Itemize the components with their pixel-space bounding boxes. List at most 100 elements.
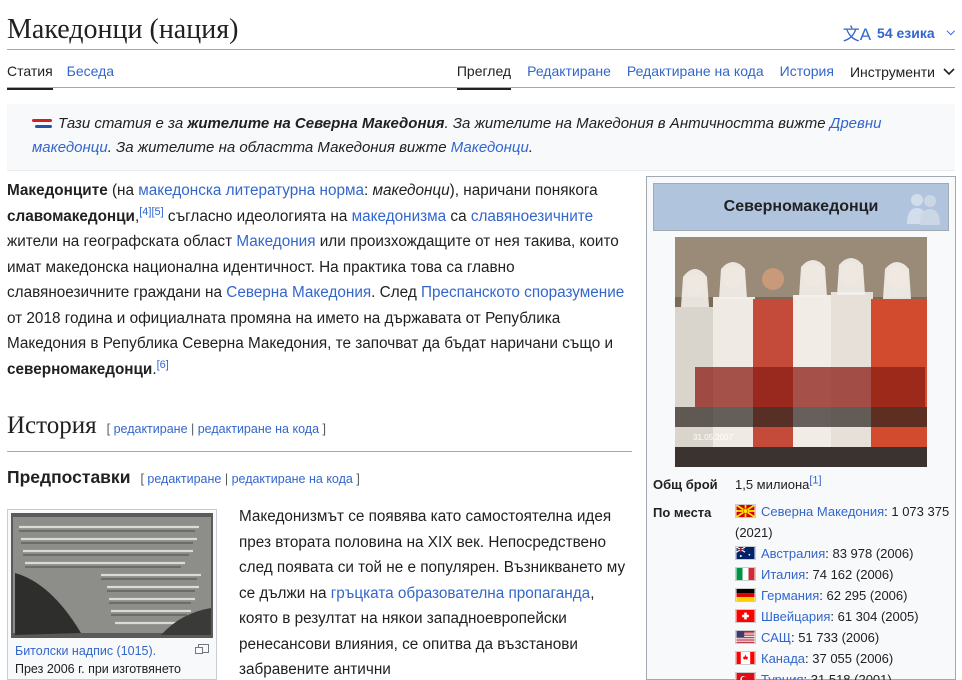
text: съгласно идеологията на: [163, 207, 352, 225]
total-value: 1,5 милиона[1]: [735, 474, 951, 495]
population-value: : 83 978 (2006): [825, 546, 914, 561]
reference-link[interactable]: [5]: [151, 205, 163, 217]
place-row: Канада: 37 055 (2006): [735, 648, 951, 669]
tab-edit-source[interactable]: Редактиране на кода: [627, 63, 764, 90]
tab-read[interactable]: Преглед: [456, 63, 512, 90]
link-country[interactable]: Австралия: [761, 546, 825, 561]
hatnote-text: .: [528, 139, 533, 156]
tab-history[interactable]: История: [780, 63, 834, 90]
thumbnail-figure: Битолски надпис (1015). През 2006 г. при…: [7, 509, 217, 680]
enlarge-icon[interactable]: [195, 644, 209, 654]
edit-section-link[interactable]: редактиране: [114, 422, 188, 436]
population-value: : 61 304 (2005): [830, 609, 919, 624]
intro-paragraph: Македонците (на македонска литературна н…: [7, 178, 632, 382]
tab-edit[interactable]: Редактиране: [527, 63, 611, 90]
link-country[interactable]: Швейцария: [761, 609, 830, 624]
tab-talk[interactable]: Беседа: [67, 63, 114, 90]
place-row: САЩ: 51 733 (2006): [735, 627, 951, 648]
subsection-heading: Предпоставки: [7, 467, 131, 487]
edit-source-link[interactable]: редактиране на кода: [198, 422, 319, 436]
bold-term: северномакедонци: [7, 360, 153, 378]
places-label: По места: [653, 505, 712, 520]
link-macedonism[interactable]: македонизма: [352, 208, 447, 225]
edit-source-link[interactable]: редактиране на кода: [232, 472, 353, 486]
text: са: [446, 207, 471, 225]
total-number: 1,5 милиона: [735, 477, 810, 492]
reference-link[interactable]: [6]: [157, 358, 169, 370]
chevron-down-icon: ⌵: [946, 26, 955, 38]
section-heading: История: [7, 412, 97, 439]
link-country[interactable]: Италия: [761, 567, 805, 582]
reference-link[interactable]: [1]: [809, 475, 821, 487]
caption-text: През 2006 г. при изготвянето: [15, 662, 181, 676]
disambiguation-icon: [32, 119, 54, 129]
title-bar: Македонци (нация) 文A 54 езика ⌵: [7, 12, 955, 50]
section-prerequisites: Предпоставки [ редактиране | редактиране …: [7, 467, 360, 488]
hatnote-text: . За жителите на областта Македония вижт…: [107, 139, 451, 156]
population-value: : 51 733 (2006): [790, 630, 880, 645]
link-prespa-agreement[interactable]: Преспанското споразумение: [421, 284, 624, 301]
tab-article[interactable]: Статия: [7, 63, 53, 90]
population-value: : 74 162 (2006): [805, 567, 894, 582]
link-macedonians[interactable]: Македонци: [451, 139, 529, 156]
flag-de-icon: [735, 588, 756, 602]
section-history: История [ редактиране | редактиране на ко…: [7, 412, 632, 452]
bold-term: славомакедонци: [7, 207, 135, 225]
section-edit-links: [ редактиране | редактиране на кода ]: [107, 422, 326, 436]
body-paragraph: Македонизмът се появява като самостоятел…: [239, 504, 632, 680]
place-row: Швейцария: 61 304 (2005): [735, 606, 951, 627]
link-slavic-speaking[interactable]: славяноезичните: [471, 208, 593, 225]
link-greek-propaganda[interactable]: гръцката образователна пропаганда: [331, 585, 590, 602]
link-country[interactable]: Северна Македония: [761, 504, 884, 519]
population-value: : 37 055 (2006): [805, 651, 894, 666]
text: от 2018 година и официалната промяна на …: [7, 309, 614, 353]
link-country[interactable]: Германия: [761, 588, 819, 603]
link-macedonia[interactable]: Македония: [236, 233, 315, 250]
link-north-macedonia[interactable]: Северна Македония: [226, 284, 371, 301]
place-row: Северна Македония: 1 073 375 (2021): [735, 501, 951, 543]
link-country[interactable]: Турция: [761, 672, 804, 680]
flag-tr-icon: [735, 672, 756, 680]
text: (на: [107, 182, 139, 199]
place-row: Австралия: 83 978 (2006): [735, 543, 951, 564]
flag-us-icon: [735, 630, 756, 644]
population-value: : 31 518 (2001): [803, 672, 892, 680]
bracket: [: [106, 422, 114, 436]
bracket: ]: [352, 472, 360, 486]
infobox-header: Северномакедонци: [653, 183, 949, 231]
tools-menu[interactable]: Инструменти: [850, 63, 955, 90]
translate-icon: 文A: [842, 25, 872, 44]
caption-link[interactable]: Битолски надпис (1015).: [15, 644, 156, 658]
reference-link[interactable]: [4]: [139, 205, 151, 217]
link-country[interactable]: САЩ: [761, 630, 791, 645]
place-row: Турция: 31 518 (2001): [735, 669, 951, 680]
flag-it-icon: [735, 567, 756, 581]
separator: |: [187, 422, 198, 436]
folk-costume-photo[interactable]: 31.05.2007: [675, 237, 927, 467]
text: . След: [371, 284, 421, 301]
link-country[interactable]: Канада: [761, 651, 805, 666]
edit-section-link[interactable]: редактиране: [147, 472, 221, 486]
bracket: ]: [319, 422, 326, 436]
hatnote-text: . За жителите на Македония в Античността…: [444, 115, 830, 132]
flag-ch-icon: [735, 609, 756, 623]
language-count: 54 езика: [877, 24, 935, 41]
flag-au-icon: [735, 546, 756, 560]
hatnote: Тази статия е за жителите на Северна Мак…: [7, 104, 955, 171]
infobox-title: Северномакедонци: [723, 198, 879, 215]
section-edit-links: [ редактиране | редактиране на кода ]: [140, 472, 359, 486]
people-icon: [907, 194, 940, 225]
bold-term: Македонците: [7, 182, 108, 199]
text: ), наричани понякога: [449, 182, 598, 199]
separator: |: [221, 472, 232, 486]
language-button[interactable]: 文A 54 езика ⌵: [843, 20, 955, 45]
link-literary-norm[interactable]: македонска литературна норма: [138, 182, 364, 199]
population-value: : 62 295 (2006): [819, 588, 908, 603]
tab-bar: Статия Беседа Преглед Редактиране Редакт…: [7, 50, 955, 90]
bitola-inscription-image[interactable]: [11, 513, 213, 638]
hatnote-bold: жителите на Северна Македония: [187, 115, 445, 132]
hatnote-text: Тази статия е за: [58, 115, 188, 132]
flag-mk-icon: [735, 504, 756, 518]
thumbnail-caption: Битолски надпис (1015). През 2006 г. при…: [11, 638, 213, 678]
chevron-down-icon: [943, 68, 955, 76]
